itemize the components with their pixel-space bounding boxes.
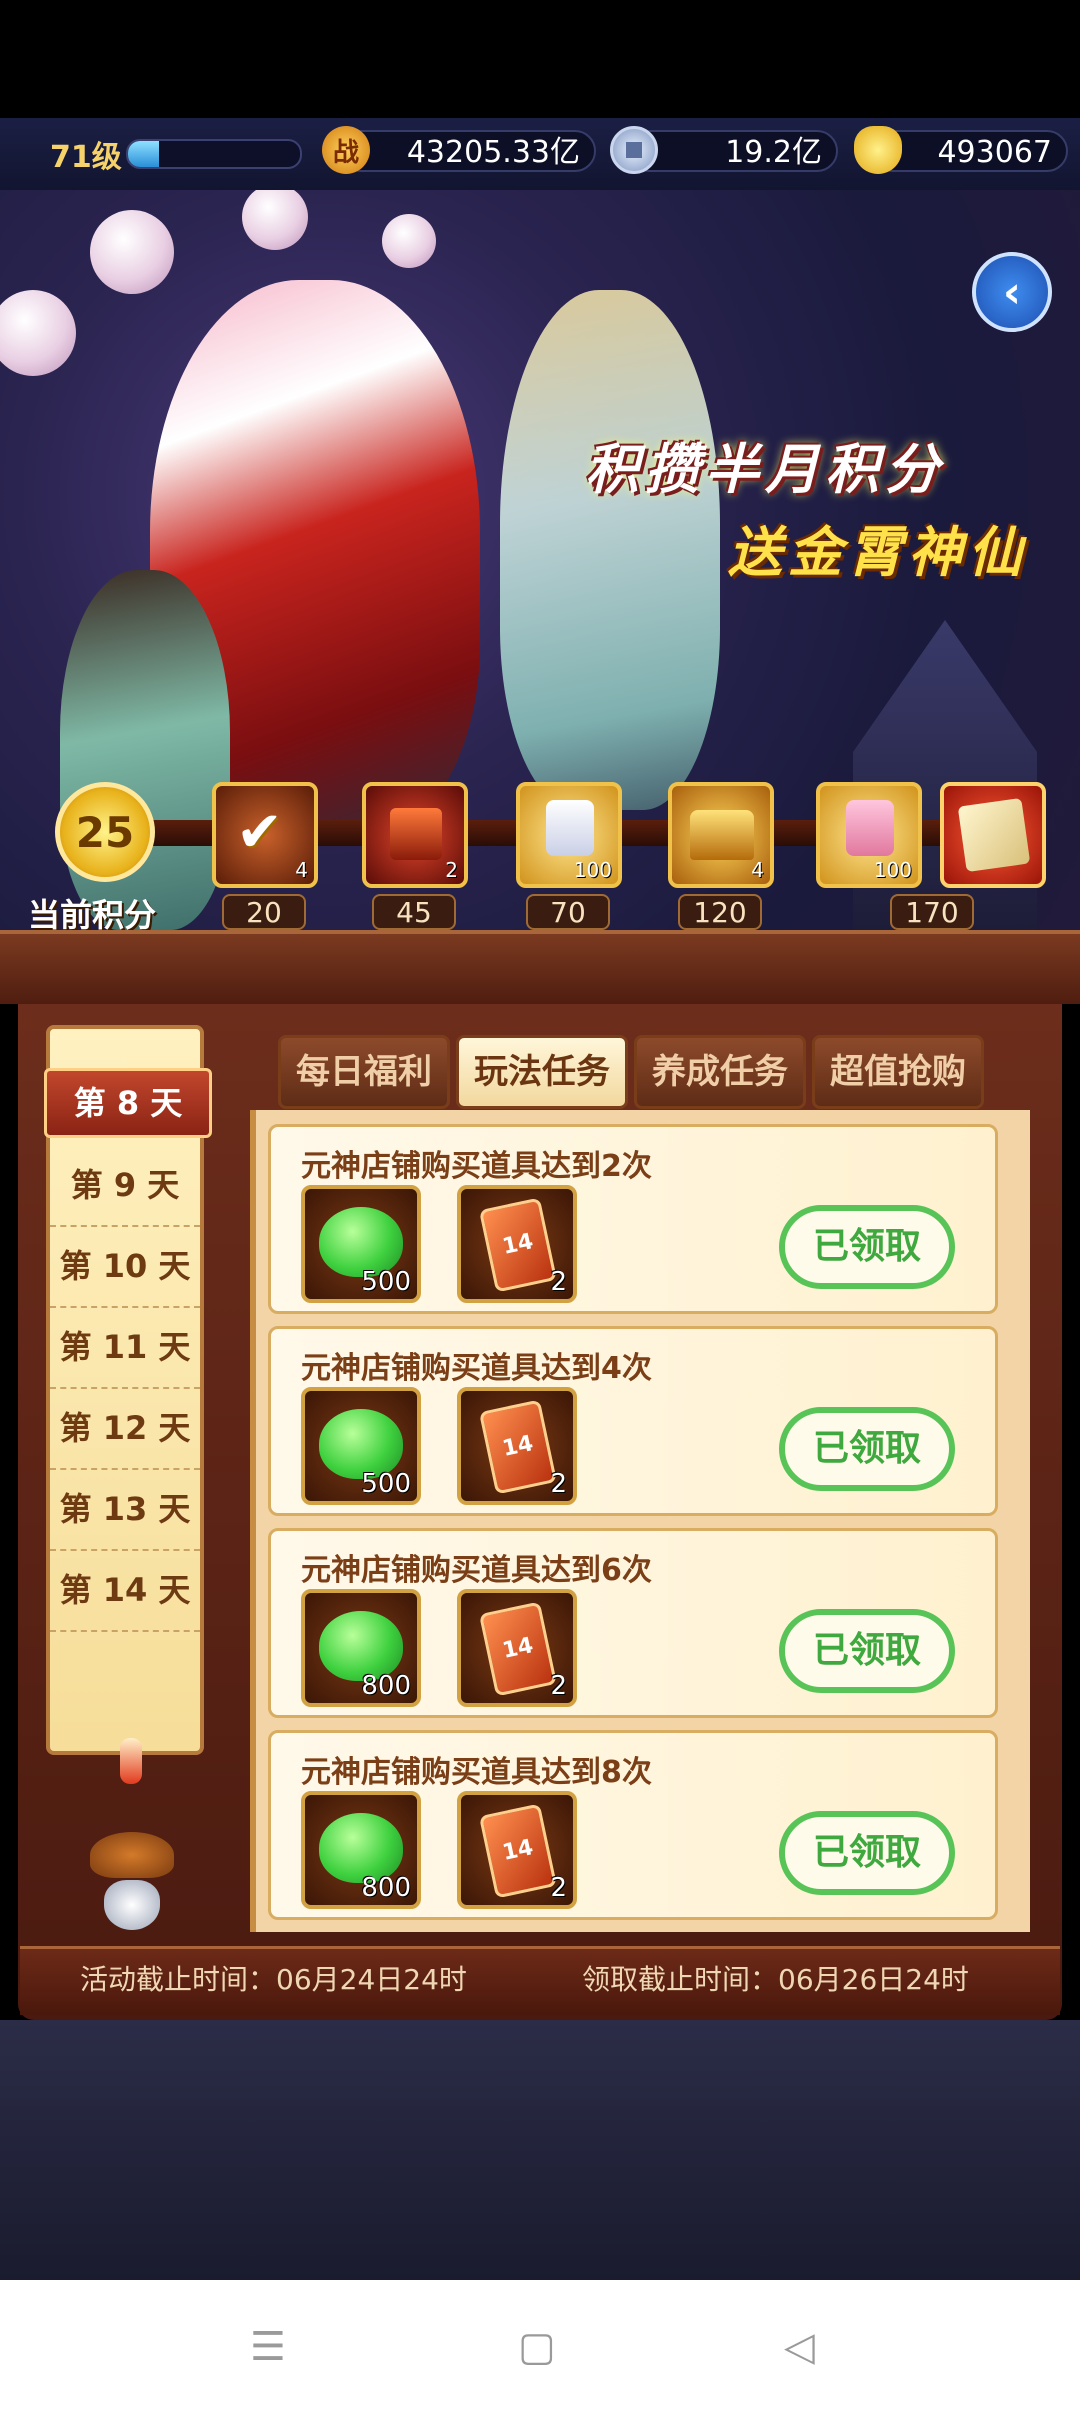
player-level: 71级 [50, 140, 122, 175]
reward-count: 4 [295, 858, 308, 882]
task-card-2: 元神店铺购买道具达到4次 500 14 2 已领取 [268, 1326, 998, 1516]
ticket-icon: 14 [478, 1601, 558, 1697]
claimed-button[interactable]: 已领取 [779, 1609, 955, 1693]
bonsai-pot [104, 1880, 160, 1930]
milestone-reward-5[interactable]: 100 [816, 782, 922, 888]
milestone-threshold: 20 [222, 894, 306, 930]
reward-qty: 500 [361, 1469, 411, 1499]
task-title: 元神店铺购买道具达到2次 [301, 1149, 652, 1184]
checkmark-chest-icon: ✔ [236, 800, 283, 865]
task-card-3: 元神店铺购买道具达到6次 800 14 2 已领取 [268, 1528, 998, 1718]
gold-chest-icon [690, 810, 754, 860]
tab-daily-welfare[interactable]: 每日福利 [278, 1035, 450, 1109]
character-shard-icon [546, 800, 594, 856]
maiden-figure [500, 290, 720, 810]
silver-coin-icon [610, 126, 658, 174]
back-arrow-icon: ‹ [1002, 266, 1022, 318]
category-tabs: 每日福利 玩法任务 养成任务 超值抢购 [268, 1025, 1028, 1117]
day-tab-13[interactable]: 第 13 天 [50, 1469, 200, 1551]
reward-qty: 2 [550, 1267, 567, 1297]
tab-growth-tasks[interactable]: 养成任务 [634, 1035, 806, 1109]
status-bar [0, 0, 1080, 118]
moon-decoration [382, 214, 436, 268]
red-gift-icon [390, 808, 442, 860]
event-deadline: 活动截止时间：06月24日24时 [80, 1963, 467, 1996]
reward-count: 100 [573, 858, 612, 882]
reward-jade[interactable]: 800 [301, 1791, 421, 1909]
ticket-icon: 14 [478, 1803, 558, 1899]
bonsai-leaves [90, 1832, 174, 1878]
xp-bar [126, 139, 302, 169]
scroll-tassel-icon [120, 1738, 142, 1784]
reward-qty: 800 [361, 1671, 411, 1701]
task-card-1: 元神店铺购买道具达到2次 500 14 2 已领取 [268, 1124, 998, 1314]
current-score: 25 [55, 782, 155, 882]
reward-count: 4 [751, 858, 764, 882]
moon-decoration [90, 210, 174, 294]
back-nav-icon[interactable]: ◁ [784, 2324, 815, 2370]
panel-roof [0, 930, 1080, 1004]
combat-power-value: 43205.33亿 [340, 130, 596, 172]
reward-qty: 2 [550, 1671, 567, 1701]
map-scroll-icon [957, 797, 1031, 873]
reward-ticket[interactable]: 14 2 [457, 1589, 577, 1707]
task-title: 元神店铺购买道具达到8次 [301, 1755, 652, 1790]
milestone-threshold: 45 [372, 894, 456, 930]
reward-jade[interactable]: 500 [301, 1185, 421, 1303]
milestone-threshold: 120 [678, 894, 762, 930]
moon-decoration [242, 190, 308, 250]
milestone-threshold: 70 [526, 894, 610, 930]
courtyard-background [0, 2020, 1080, 2280]
claim-deadline: 领取截止时间：06月26日24时 [582, 1963, 969, 1996]
moon-decoration [0, 290, 76, 376]
day-tab-14[interactable]: 第 14 天 [50, 1550, 200, 1632]
day-tab-12[interactable]: 第 12 天 [50, 1388, 200, 1470]
pink-shard-icon [846, 800, 894, 856]
milestone-reward-1[interactable]: ✔ 4 [212, 782, 318, 888]
coin-hole-icon [626, 142, 642, 158]
reward-jade[interactable]: 500 [301, 1387, 421, 1505]
milestone-threshold: 170 [890, 894, 974, 930]
bonsai-icon [90, 1832, 174, 1932]
day-tab-9[interactable]: 第 9 天 [50, 1145, 200, 1227]
gold-ingot-icon [854, 126, 902, 174]
tab-value-deals[interactable]: 超值抢购 [812, 1035, 984, 1109]
back-button[interactable]: ‹ [972, 252, 1052, 332]
menu-nav-icon[interactable]: ☰ [250, 2324, 286, 2370]
banner-title-line1: 积攒半月积分 [585, 438, 945, 501]
milestone-reward-6[interactable] [940, 782, 1046, 888]
xp-bar-fill [128, 141, 159, 167]
tab-gameplay-tasks[interactable]: 玩法任务 [456, 1035, 628, 1109]
reward-ticket[interactable]: 14 2 [457, 1185, 577, 1303]
day-tab-8-active[interactable]: 第 8 天 [44, 1068, 212, 1138]
silver-value: 19.2亿 [628, 130, 838, 172]
reward-ticket[interactable]: 14 2 [457, 1387, 577, 1505]
milestone-reward-4[interactable]: 4 [668, 782, 774, 888]
reward-count: 2 [445, 858, 458, 882]
claimed-button[interactable]: 已领取 [779, 1811, 955, 1895]
day-tab-11[interactable]: 第 11 天 [50, 1307, 200, 1389]
reward-ticket[interactable]: 14 2 [457, 1791, 577, 1909]
task-card-4: 元神店铺购买道具达到8次 800 14 2 已领取 [268, 1730, 998, 1920]
day-tab-10[interactable]: 第 10 天 [50, 1226, 200, 1308]
ticket-icon: 14 [478, 1197, 558, 1293]
milestone-reward-2[interactable]: 2 [362, 782, 468, 888]
combat-icon: 战 [322, 126, 370, 174]
reward-qty: 800 [361, 1873, 411, 1903]
reward-qty: 2 [550, 1873, 567, 1903]
claimed-button[interactable]: 已领取 [779, 1407, 955, 1491]
home-nav-icon[interactable]: ▢ [518, 2324, 556, 2370]
reward-count: 100 [873, 858, 912, 882]
claimed-button[interactable]: 已领取 [779, 1205, 955, 1289]
reward-qty: 2 [550, 1469, 567, 1499]
ticket-icon: 14 [478, 1399, 558, 1495]
reward-qty: 500 [361, 1267, 411, 1297]
milestone-reward-3[interactable]: 100 [516, 782, 622, 888]
task-title: 元神店铺购买道具达到4次 [301, 1351, 652, 1386]
task-title: 元神店铺购买道具达到6次 [301, 1553, 652, 1588]
deadline-footer: 活动截止时间：06月24日24时 领取截止时间：06月26日24时 [20, 1946, 1060, 2015]
reward-jade[interactable]: 800 [301, 1589, 421, 1707]
banner-title-line2: 送金霄神仙 [728, 521, 1028, 584]
